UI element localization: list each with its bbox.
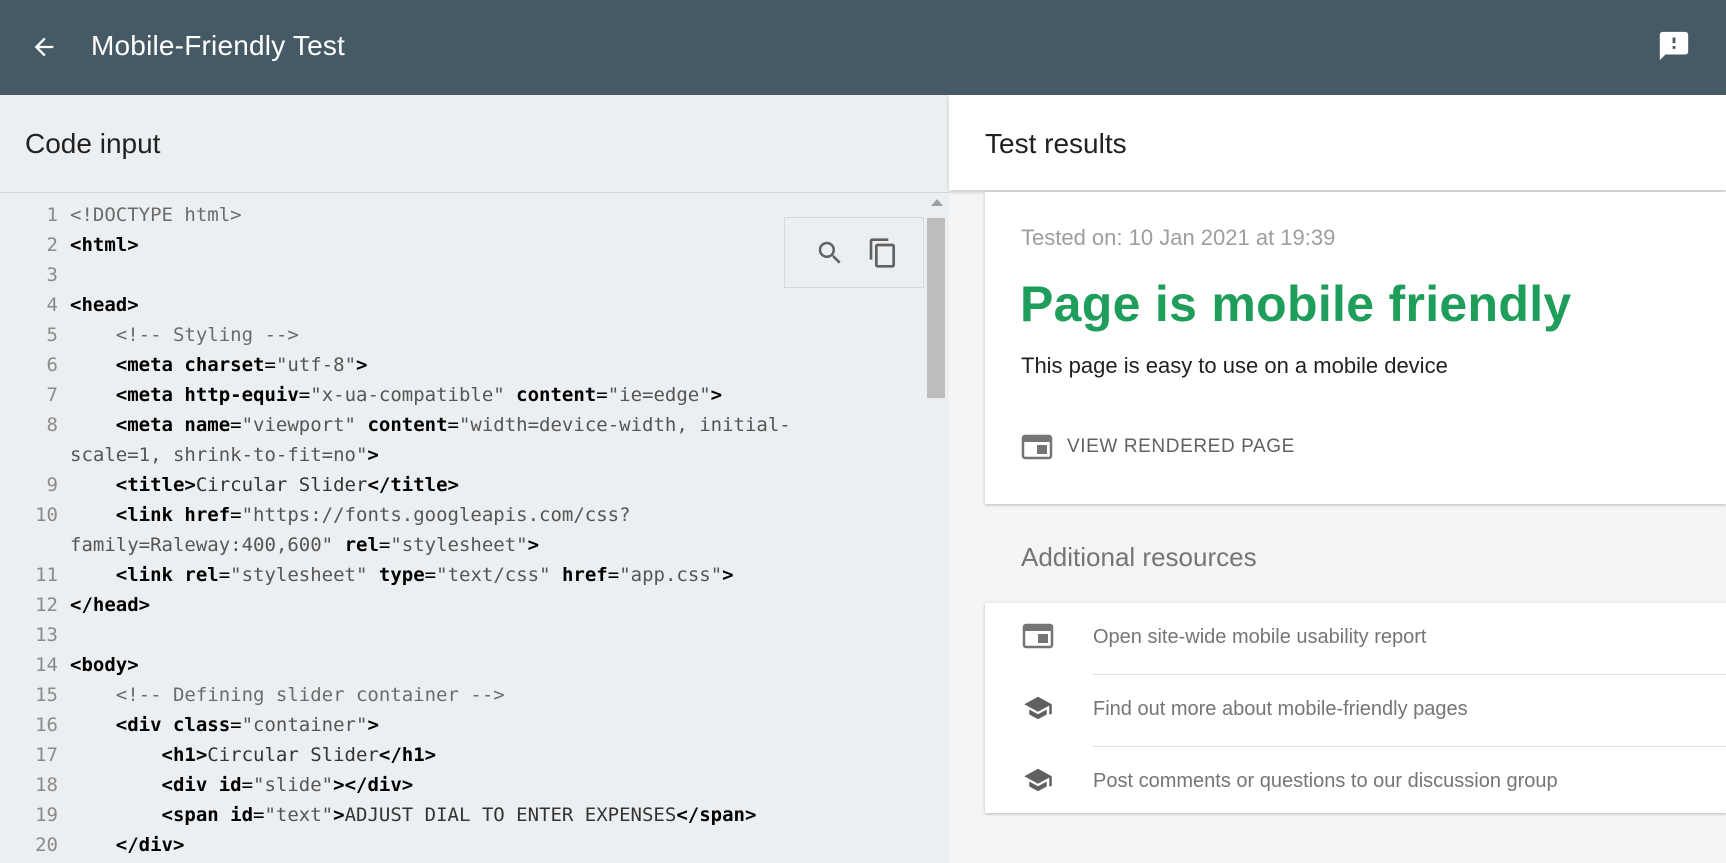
tested-on-timestamp: Tested on: 10 Jan 2021 at 19:39	[1021, 225, 1336, 250]
view-rendered-page-button[interactable]: VIEW RENDERED PAGE	[1021, 427, 1321, 467]
code-text: <h1>Circular Slider</h1>	[161, 744, 437, 766]
code-line: 19 <span id="text">ADJUST DIAL TO ENTER …	[0, 800, 930, 830]
search-icon	[818, 241, 841, 264]
code-line: 5 <!-- Styling -->	[0, 320, 930, 350]
code-line: 12 </head>	[0, 590, 930, 620]
rendered-page-icon	[1021, 433, 1053, 461]
copy-button[interactable]	[865, 235, 901, 271]
code-line: 8 <meta name="viewport" content="width=d…	[0, 410, 930, 440]
back-button[interactable]	[26, 27, 62, 67]
code-line: 11 <link rel="stylesheet" type="text/css…	[0, 560, 930, 590]
line-number: 2	[46, 234, 58, 256]
line-number: 7	[46, 384, 58, 406]
line-number: 20	[35, 834, 58, 856]
resource-item-usability-report[interactable]: Open site-wide mobile usability report	[985, 603, 1726, 673]
code-text: <link href="https://fonts.googleapis.com…	[115, 504, 631, 526]
school-icon	[1021, 693, 1055, 723]
code-line: 17 <h1>Circular Slider</h1>	[0, 740, 930, 770]
line-number: 6	[46, 354, 58, 376]
code-text: <html>	[70, 234, 139, 256]
code-text: <meta name="viewport" content="width=dev…	[115, 414, 791, 436]
resource-item-label: Find out more about mobile-friendly page…	[1093, 698, 1468, 720]
arrow-back-icon	[34, 37, 54, 57]
additional-resources-card: Open site-wide mobile usability report F…	[985, 603, 1726, 813]
code-line: 9 <title>Circular Slider</title>	[0, 470, 930, 500]
scroll-up-arrow[interactable]	[931, 199, 943, 206]
code-editor[interactable]: 1 <!DOCTYPE html> 2 <html> 3 4 <head> 5 <!-- St…	[0, 193, 949, 863]
feedback-icon	[1659, 31, 1689, 61]
code-scrollbar[interactable]	[925, 195, 947, 863]
verdict-heading: Page is mobile friendly	[1020, 276, 1572, 332]
code-line: 20 </div>	[0, 830, 930, 860]
code-line: scale=1, shrink-to-fit=no">	[0, 440, 930, 470]
line-number: 1	[46, 204, 58, 226]
feedback-button[interactable]	[1656, 28, 1692, 64]
code-text: </head>	[70, 594, 151, 616]
code-text: <body>	[70, 654, 139, 676]
resource-item-label: Post comments or questions to our discus…	[1093, 770, 1558, 792]
line-number: 19	[35, 804, 58, 826]
test-results-header: Test results	[949, 95, 1726, 190]
code-line: 13	[0, 620, 930, 650]
code-line: 16 <div class="container">	[0, 710, 930, 740]
code-line: 14 <body>	[0, 650, 930, 680]
resource-item-label: Open site-wide mobile usability report	[1093, 626, 1427, 648]
test-results-title: Test results	[985, 128, 1127, 159]
code-text: <meta charset="utf-8">	[115, 354, 368, 376]
line-number: 10	[35, 504, 58, 526]
resource-item-discussion-group[interactable]: Post comments or questions to our discus…	[985, 747, 1726, 817]
code-text: <!-- Defining slider container -->	[115, 684, 505, 706]
code-text: <span id="text">ADJUST DIAL TO ENTER EXP…	[161, 804, 757, 826]
code-text: family=Raleway:400,600" rel="stylesheet"…	[70, 534, 540, 556]
line-number: 13	[35, 624, 58, 646]
scroll-thumb[interactable]	[927, 218, 945, 398]
code-text: <meta http-equiv="x-ua-compatible" conte…	[115, 384, 723, 406]
code-input-title: Code input	[25, 128, 161, 159]
code-line: 10 <link href="https://fonts.googleapis.…	[0, 500, 930, 530]
line-number: 15	[35, 684, 58, 706]
verdict-description: This page is easy to use on a mobile dev…	[1021, 353, 1448, 378]
view-rendered-page-label: VIEW RENDERED PAGE	[1067, 436, 1295, 457]
test-results-panel: Test results Tested on: 10 Jan 2021 at 1…	[949, 95, 1726, 863]
code-input-header: Code input	[0, 95, 949, 193]
additional-resources-title: Additional resources	[1021, 542, 1257, 572]
code-text: <!-- Styling -->	[115, 324, 299, 346]
code-text: <link rel="stylesheet" type="text/css" h…	[115, 564, 734, 586]
school-icon	[1021, 765, 1055, 795]
code-line: 15 <!-- Defining slider container -->	[0, 680, 930, 710]
line-number: 14	[35, 654, 58, 676]
report-icon	[1021, 621, 1055, 651]
copy-icon	[869, 238, 895, 268]
line-number: 18	[35, 774, 58, 796]
line-number: 16	[35, 714, 58, 736]
code-text: <title>Circular Slider</title>	[115, 474, 459, 496]
line-number: 5	[46, 324, 58, 346]
line-number: 9	[46, 474, 58, 496]
line-number: 17	[35, 744, 58, 766]
line-number: 12	[35, 594, 58, 616]
code-toolbar	[784, 217, 924, 288]
resource-item-mobile-friendly-pages[interactable]: Find out more about mobile-friendly page…	[985, 675, 1726, 745]
code-text: <div id="slide"></div>	[161, 774, 414, 796]
line-number: 11	[35, 564, 58, 586]
code-text: <!DOCTYPE html>	[70, 204, 242, 226]
code-text: </div>	[115, 834, 185, 856]
code-text: <div class="container">	[115, 714, 379, 736]
search-button[interactable]	[812, 235, 848, 271]
line-number: 3	[46, 264, 58, 286]
line-number: 4	[46, 294, 58, 316]
code-line: 7 <meta http-equiv="x-ua-compatible" con…	[0, 380, 930, 410]
code-text: <head>	[70, 294, 139, 316]
code-line: 18 <div id="slide"></div>	[0, 770, 930, 800]
app-title: Mobile-Friendly Test	[91, 30, 346, 61]
code-line: 6 <meta charset="utf-8">	[0, 350, 930, 380]
line-number: 8	[46, 414, 58, 436]
code-text: scale=1, shrink-to-fit=no">	[70, 444, 379, 466]
code-line: 4 <head>	[0, 290, 930, 320]
top-app-bar: Mobile-Friendly Test	[0, 0, 1726, 95]
code-line: family=Raleway:400,600" rel="stylesheet"…	[0, 530, 930, 560]
code-input-panel: Code input 1 <!DOCTYPE html> 2 <html> 3 4 <hea…	[0, 95, 949, 863]
